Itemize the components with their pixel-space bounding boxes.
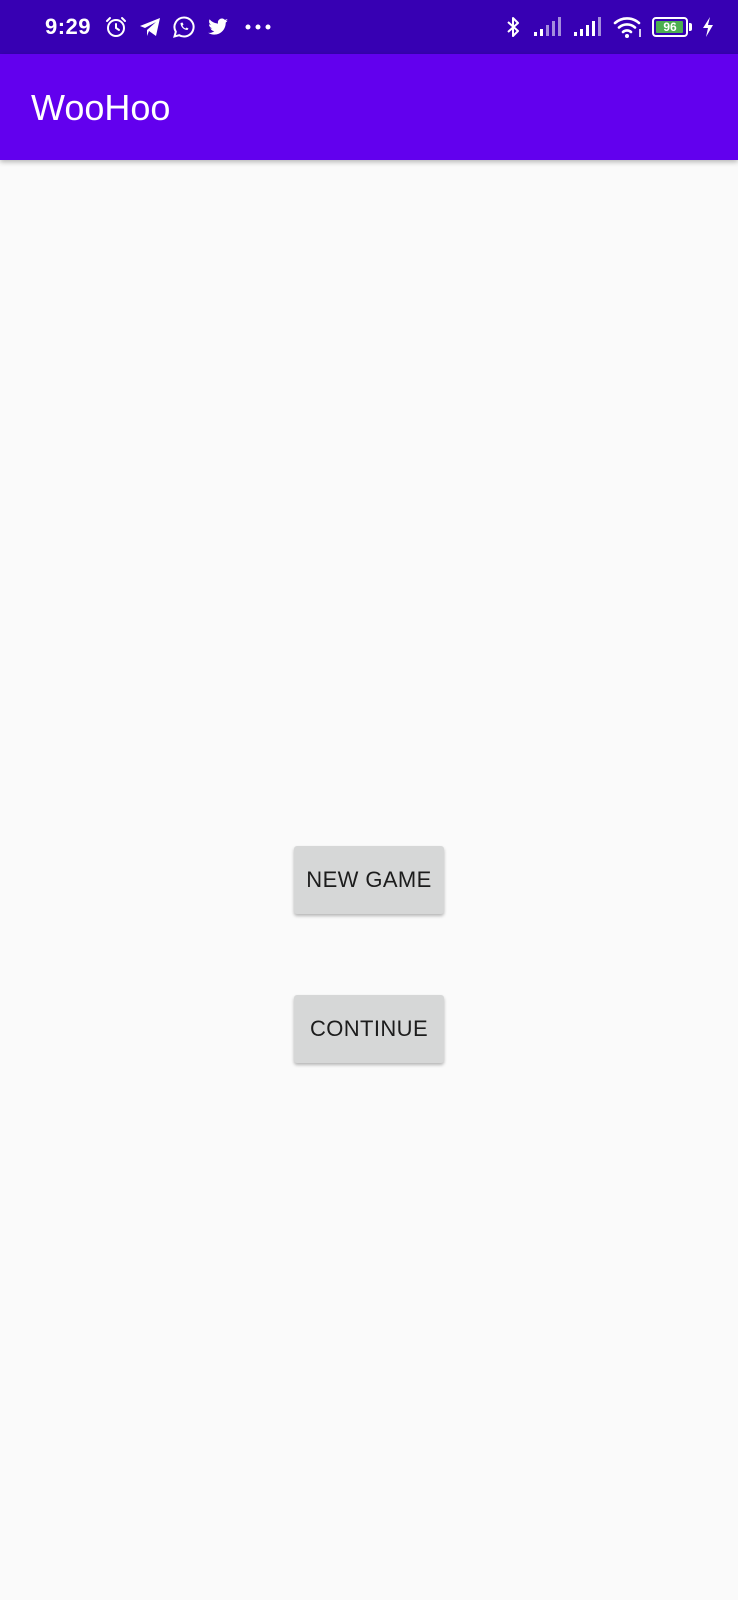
more-notifications-icon bbox=[245, 14, 271, 40]
wifi-icon bbox=[612, 14, 644, 40]
continue-button[interactable]: CONTINUE bbox=[294, 995, 444, 1063]
status-time: 9:29 bbox=[45, 14, 92, 39]
battery-icon: 96 bbox=[652, 17, 692, 37]
new-game-button[interactable]: NEW GAME bbox=[294, 846, 444, 914]
signal-2-icon bbox=[572, 14, 602, 40]
status-right-group: 96 bbox=[502, 0, 716, 54]
charging-icon bbox=[700, 14, 716, 40]
bluetooth-icon bbox=[504, 14, 522, 40]
twitter-icon bbox=[205, 14, 231, 40]
alarm-icon bbox=[103, 14, 129, 40]
battery-level: 96 bbox=[663, 20, 677, 34]
status-left-group: 9:29 bbox=[45, 0, 279, 54]
whatsapp-icon bbox=[171, 14, 197, 40]
signal-1-icon bbox=[532, 14, 562, 40]
telegram-icon bbox=[137, 14, 163, 40]
app-title: WooHoo bbox=[31, 87, 171, 128]
status-bar: 9:29 96 bbox=[0, 0, 738, 54]
app-bar: WooHoo bbox=[0, 54, 738, 160]
